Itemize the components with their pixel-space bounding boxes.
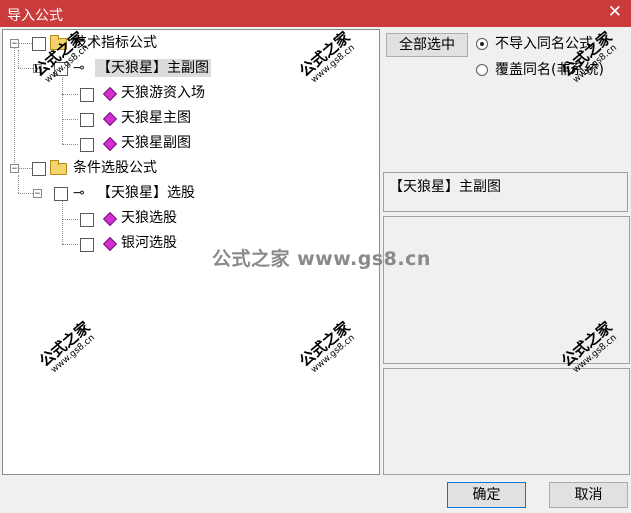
ok-button[interactable]: 确定 [447,482,526,508]
select-all-button[interactable]: 全部选中 [386,33,468,57]
checkbox[interactable] [32,162,46,176]
collapse-icon[interactable]: − [10,39,19,49]
tree-subgroup-selection[interactable]: − ⊸ 【天狼星】选股 [3,182,379,204]
formula-gem-icon [102,136,118,152]
formula-gem-icon [102,86,118,102]
radio-skip-same-name[interactable] [476,38,488,50]
title-bar: 导入公式 ✕ [0,0,631,27]
tree-label: 【天狼星】主副图 [95,59,211,77]
tree-item[interactable]: 天狼游资入场 [3,82,379,104]
close-icon[interactable]: ✕ [608,2,622,22]
checkbox[interactable] [80,88,94,102]
window-title: 导入公式 [7,8,63,24]
collapse-icon[interactable]: − [10,164,19,174]
formula-gem-icon [102,236,118,252]
checkbox[interactable] [80,238,94,252]
collapse-icon[interactable]: − [33,189,42,199]
radio-overwrite-same-name[interactable] [476,64,488,76]
tree-item[interactable]: 天狼选股 [3,207,379,229]
tree-label: 天狼星副图 [121,135,191,151]
formula-info-text: 【天狼星】主副图 [389,179,501,195]
tree-label: 银河选股 [121,235,177,251]
checkbox[interactable] [80,113,94,127]
tree-item[interactable]: 天狼星副图 [3,132,379,154]
key-icon: ⊸ [73,185,85,201]
tree-label: 天狼游资入场 [121,85,205,101]
tree-item[interactable]: 天狼星主图 [3,107,379,129]
parameter-box [383,368,630,475]
tree-label: 【天狼星】选股 [97,185,195,201]
formula-info-box: 【天狼星】主副图 [383,172,628,212]
tree-label: 天狼选股 [121,210,177,226]
tree-label: 天狼星主图 [121,110,191,126]
checkbox[interactable] [80,213,94,227]
checkbox[interactable] [32,37,46,51]
cancel-button[interactable]: 取消 [549,482,628,508]
checkbox[interactable] [54,187,68,201]
formula-gem-icon [102,211,118,227]
watermark-center: 公式之家 www.gs8.cn [212,248,431,270]
folder-icon [50,160,67,175]
tree-group-stock-selection[interactable]: − 条件选股公式 [3,157,379,179]
checkbox[interactable] [80,138,94,152]
tree-label: 条件选股公式 [73,160,157,176]
formula-gem-icon [102,111,118,127]
